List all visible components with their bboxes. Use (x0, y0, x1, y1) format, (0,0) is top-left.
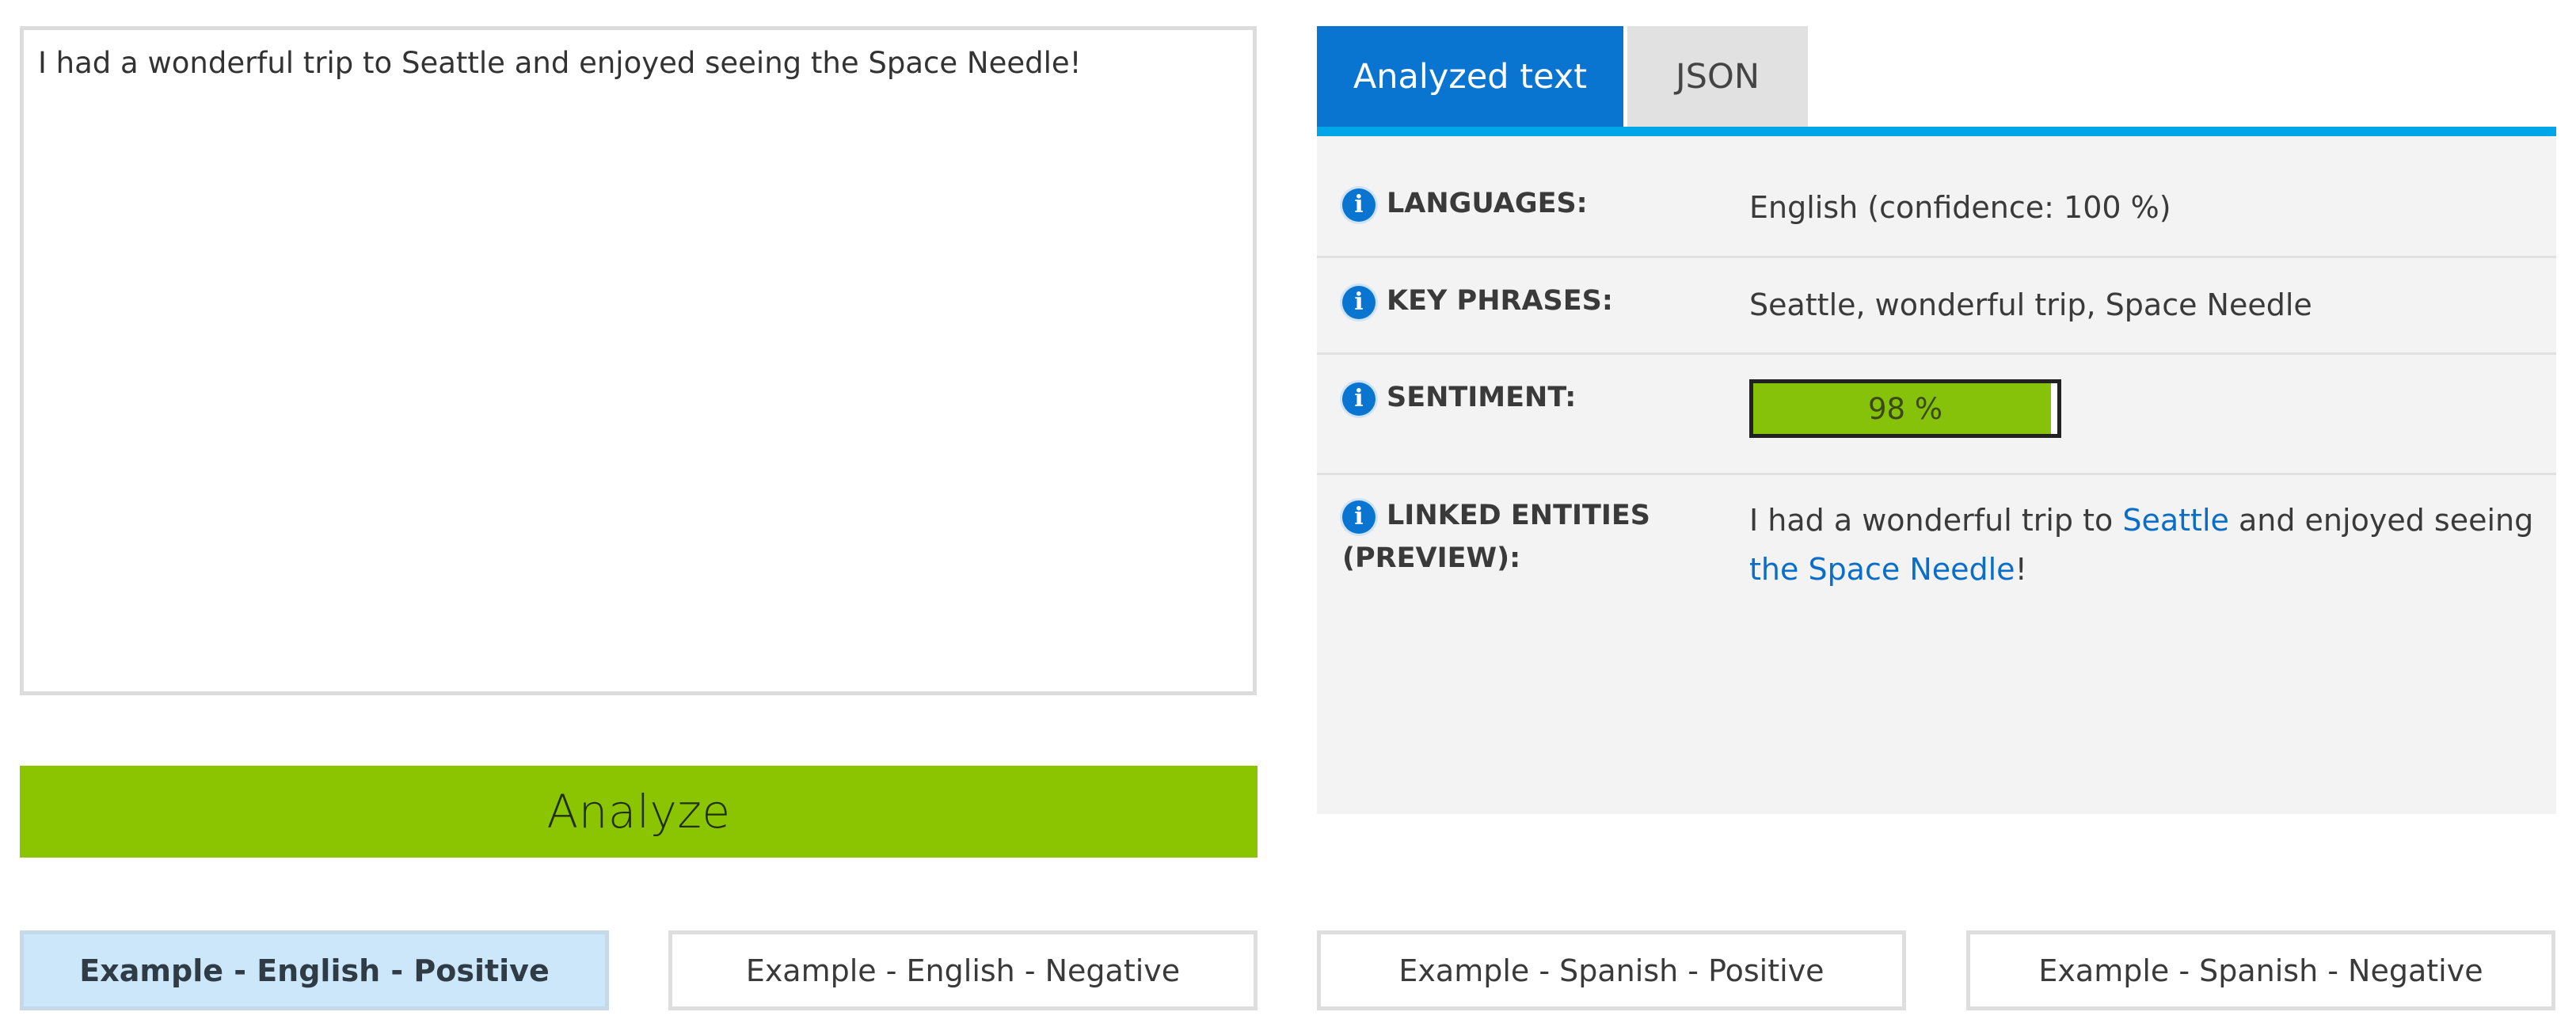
entity-link[interactable]: the Space Needle (1749, 552, 2015, 587)
example-spanish-negative-button[interactable]: Example - Spanish - Negative (1966, 930, 2555, 1010)
results-panel: i LANGUAGES: English (confidence: 100 %)… (1317, 136, 2556, 814)
linked-entities-label-group: i LINKED ENTITIES (PREVIEW): (1342, 494, 1650, 580)
info-icon[interactable]: i (1342, 500, 1376, 534)
tab-analyzed-text[interactable]: Analyzed text (1317, 26, 1623, 127)
text-input[interactable]: I had a wonderful trip to Seattle and en… (20, 26, 1257, 695)
info-icon[interactable]: i (1342, 382, 1376, 416)
info-icon[interactable]: i (1342, 188, 1376, 222)
languages-label: LANGUAGES: (1387, 188, 1588, 219)
analyze-button[interactable]: Analyze (20, 766, 1258, 858)
sentiment-bar: 98 % (1749, 379, 2061, 438)
row-divider (1317, 473, 2556, 475)
sentiment-value: 98 % (1868, 391, 1942, 426)
key-phrases-value: Seattle, wonderful trip, Space Needle (1749, 287, 2312, 322)
info-icon[interactable]: i (1342, 286, 1376, 319)
entity-text-segment: I had a wonderful trip to (1749, 503, 2123, 538)
key-phrases-label: KEY PHRASES: (1387, 285, 1613, 317)
linked-entities-label-preview: (PREVIEW): (1342, 542, 1521, 575)
example-english-positive-button[interactable]: Example - English - Positive (20, 930, 609, 1010)
example-english-negative-button[interactable]: Example - English - Negative (668, 930, 1258, 1010)
row-divider (1317, 256, 2556, 258)
languages-value: English (confidence: 100 %) (1749, 190, 2171, 225)
sentiment-label: SENTIMENT: (1387, 382, 1577, 413)
tab-json[interactable]: JSON (1627, 26, 1808, 127)
row-divider (1317, 352, 2556, 355)
entity-link[interactable]: Seattle (2122, 503, 2229, 538)
result-tabs: Analyzed text JSON (1317, 26, 1808, 127)
entity-text-segment: and enjoyed seeing (2228, 503, 2534, 538)
key-phrases-label-group: i KEY PHRASES: (1342, 280, 1613, 322)
linked-entities-text: I had a wonderful trip to Seattle and en… (1749, 496, 2541, 594)
tab-underline (1317, 127, 2556, 136)
sentiment-label-group: i SENTIMENT: (1342, 376, 1576, 419)
example-spanish-positive-button[interactable]: Example - Spanish - Positive (1317, 930, 1906, 1010)
languages-label-group: i LANGUAGES: (1342, 182, 1588, 225)
linked-entities-label: LINKED ENTITIES (1387, 500, 1650, 531)
entity-text-segment: ! (2015, 551, 2027, 587)
